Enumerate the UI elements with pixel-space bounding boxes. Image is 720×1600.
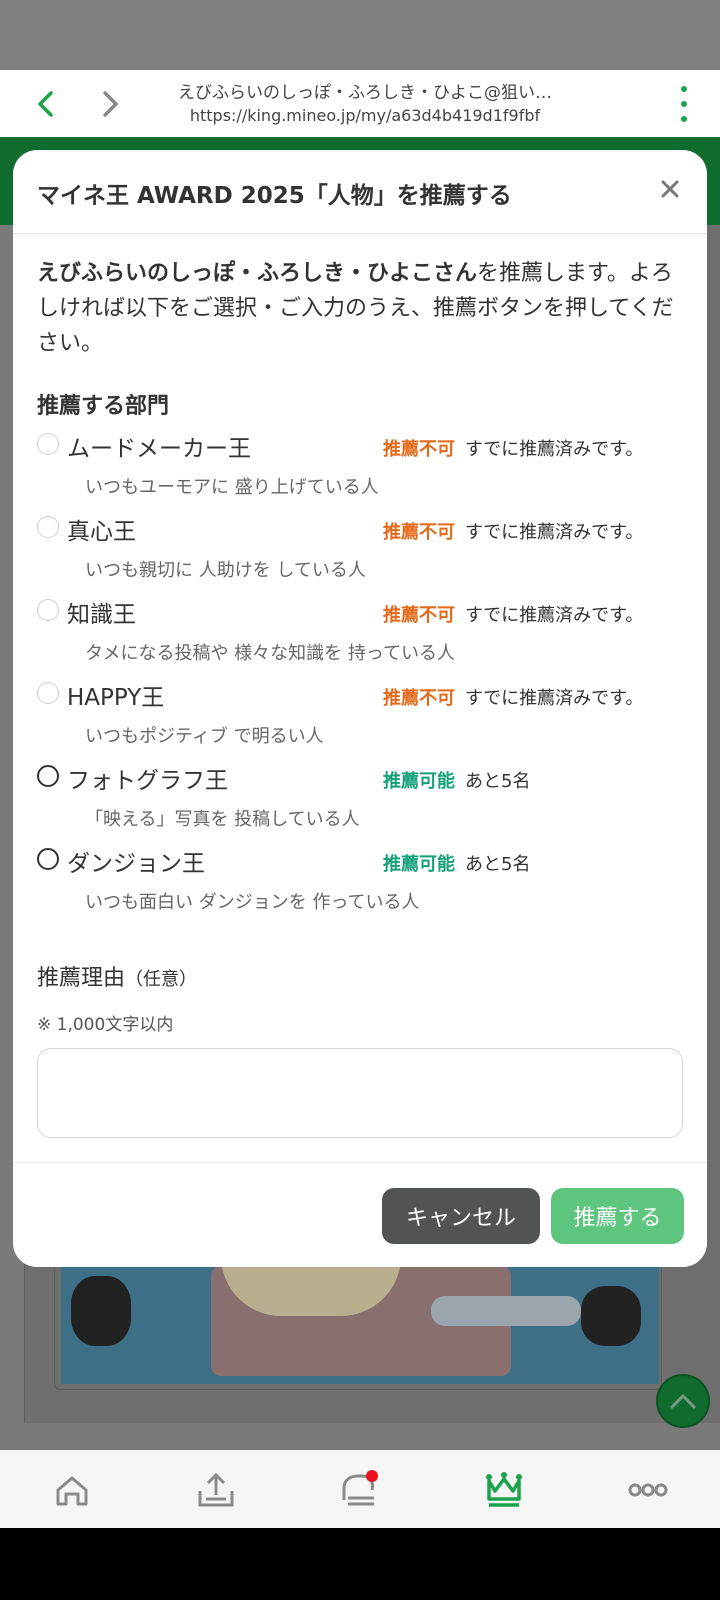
more-menu-icon[interactable]: [678, 86, 690, 122]
status-label: 推薦不可: [383, 522, 455, 543]
status-note: あと5名: [465, 771, 531, 792]
category-name: ダンジョン王: [67, 851, 205, 877]
upload-icon: [198, 1472, 234, 1507]
forward-button[interactable]: [88, 82, 132, 126]
status-label: 推薦不可: [383, 439, 455, 460]
radio-button[interactable]: [37, 433, 59, 455]
status-note: すでに推薦済みです。: [465, 605, 644, 626]
category-option[interactable]: フォトグラフ王 推薦可能 あと5名 「映える」写真を 投稿している人: [37, 761, 687, 841]
status-note: あと5名: [465, 854, 531, 875]
status-note: すでに推薦済みです。: [465, 688, 644, 709]
url-bar[interactable]: https://king.mineo.jp/my/a63d4b419d1f9fb…: [150, 106, 580, 125]
nav-award[interactable]: [482, 1468, 526, 1512]
cancel-button[interactable]: キャンセル: [382, 1188, 540, 1244]
category-description: いつもポジティブ で明るい人: [85, 726, 324, 747]
category-option[interactable]: ダンジョン王 推薦可能 あと5名 いつも面白い ダンジョンを 作っている人: [37, 844, 687, 924]
system-navigation-bar: [0, 1528, 720, 1600]
more-icon: [628, 1483, 668, 1497]
category-name: 知識王: [67, 602, 136, 628]
dialog-title: マイネ王 AWARD 2025「人物」を推薦する: [37, 183, 512, 209]
recommended-user-name: えびふらいのしっぽ・ふろしき・ひよこさん: [37, 261, 478, 286]
category-name: HAPPY王: [67, 685, 165, 711]
section-title: 推薦する部門: [37, 394, 170, 419]
category-description: タメになる投稿や 様々な知識を 持っている人: [85, 643, 456, 664]
browser-toolbar: えびふらいのしっぽ・ふろしき・ひよこ@狙い… https://king.mine…: [0, 70, 720, 137]
chevron-right-icon: [103, 91, 118, 117]
dialog-header: マイネ王 AWARD 2025「人物」を推薦する: [13, 150, 707, 234]
close-button[interactable]: [653, 172, 687, 206]
radio-button[interactable]: [37, 516, 59, 538]
reason-limit-note: ※ 1,000文字以内: [37, 1015, 174, 1035]
radio-button[interactable]: [37, 765, 59, 787]
home-icon: [56, 1476, 88, 1506]
nav-post[interactable]: [194, 1468, 238, 1512]
post-photo[interactable]: [61, 1256, 659, 1384]
status-note: すでに推薦済みです。: [465, 522, 644, 543]
chevron-left-icon: [38, 91, 53, 117]
back-button[interactable]: [24, 82, 68, 126]
category-description: いつも親切に 人助けを している人: [85, 560, 366, 581]
chevron-up-icon: [670, 1394, 696, 1409]
category-description: いつも面白い ダンジョンを 作っている人: [85, 892, 420, 913]
status-label: 推薦不可: [383, 688, 455, 709]
category-description: 「映える」写真を 投稿している人: [85, 809, 360, 830]
category-option[interactable]: HAPPY王 推薦不可 すでに推薦済みです。 いつもポジティブ で明るい人: [37, 678, 687, 758]
radio-button[interactable]: [37, 599, 59, 621]
notification-dot: [366, 1470, 378, 1482]
chat-icon: [342, 1470, 378, 1506]
nav-chat[interactable]: [338, 1468, 382, 1512]
status-label: 推薦可能: [383, 854, 455, 875]
status-label: 推薦不可: [383, 605, 455, 626]
reason-title: 推薦理由: [37, 966, 126, 991]
status-bar: [0, 0, 720, 70]
category-option[interactable]: 知識王 推薦不可 すでに推薦済みです。 タメになる投稿や 様々な知識を 持ってい…: [37, 595, 687, 675]
nav-more[interactable]: [626, 1468, 670, 1512]
bottom-nav: [0, 1450, 720, 1528]
reason-textarea[interactable]: [37, 1048, 683, 1138]
crown-icon: [486, 1472, 522, 1507]
dialog-intro: えびふらいのしっぽ・ふろしき・ひよこさんを推薦します。よろしければ以下をご選択・…: [37, 256, 687, 361]
radio-button[interactable]: [37, 682, 59, 704]
reason-optional-tag: （任意）: [125, 969, 198, 990]
recommend-dialog: マイネ王 AWARD 2025「人物」を推薦する えびふらいのしっぽ・ふろしき・…: [13, 150, 707, 1267]
category-name: フォトグラフ王: [67, 768, 228, 794]
page-title[interactable]: えびふらいのしっぽ・ふろしき・ひよこ@狙い…: [150, 78, 580, 103]
category-name: 真心王: [67, 519, 136, 545]
nav-home[interactable]: [50, 1468, 94, 1512]
status-label: 推薦可能: [383, 771, 455, 792]
close-icon: [661, 180, 679, 198]
category-description: いつもユーモアに 盛り上げている人: [85, 477, 379, 498]
scroll-to-top-button[interactable]: [656, 1374, 710, 1428]
category-name: ムードメーカー王: [67, 436, 251, 462]
recommend-button[interactable]: 推薦する: [551, 1188, 684, 1244]
category-option[interactable]: 真心王 推薦不可 すでに推薦済みです。 いつも親切に 人助けを している人: [37, 512, 687, 592]
category-option[interactable]: ムードメーカー王 推薦不可 すでに推薦済みです。 いつもユーモアに 盛り上げてい…: [37, 429, 687, 509]
status-note: すでに推薦済みです。: [465, 439, 644, 460]
radio-button[interactable]: [37, 848, 59, 870]
reason-heading: 推薦理由（任意）: [37, 960, 197, 992]
